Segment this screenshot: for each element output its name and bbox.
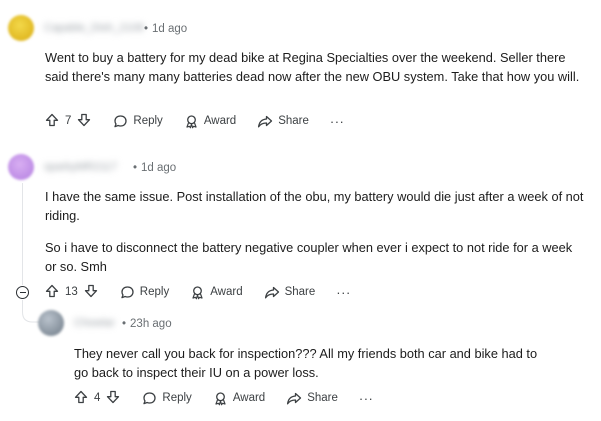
comment-paragraph: I have the same issue. Post installation… bbox=[45, 189, 584, 223]
share-icon bbox=[286, 391, 302, 406]
reply-icon bbox=[113, 114, 128, 129]
reply-label: Reply bbox=[133, 115, 163, 127]
award-icon bbox=[184, 114, 199, 129]
thread-line[interactable] bbox=[22, 183, 23, 285]
award-label: Award bbox=[210, 286, 243, 298]
more-options-button[interactable]: ··· bbox=[359, 391, 374, 406]
vote-group: 4 bbox=[74, 390, 120, 407]
comment-actions: 13 Reply Award Share ··· bbox=[45, 282, 351, 302]
comment-body: They never call you back for inspection?… bbox=[74, 344, 554, 382]
award-icon bbox=[213, 391, 228, 406]
share-label: Share bbox=[307, 392, 338, 404]
avatar[interactable] bbox=[8, 15, 34, 41]
comment-paragraph: So i have to disconnect the battery nega… bbox=[45, 240, 573, 274]
share-button[interactable]: Share bbox=[264, 285, 316, 300]
vote-count: 4 bbox=[94, 392, 101, 404]
avatar[interactable] bbox=[38, 310, 64, 336]
reply-label: Reply bbox=[162, 392, 192, 404]
comment-author[interactable]: Chowtar bbox=[74, 317, 115, 329]
award-label: Award bbox=[232, 392, 266, 404]
share-icon bbox=[264, 285, 280, 300]
vote-group: 13 bbox=[45, 284, 98, 301]
comment-body: Went to buy a battery for my dead bike a… bbox=[45, 48, 585, 86]
reply-button[interactable]: Reply bbox=[142, 391, 192, 406]
downvote-icon[interactable] bbox=[84, 284, 98, 301]
upvote-icon[interactable] bbox=[45, 284, 59, 301]
comment-paragraph: Went to buy a battery for my dead bike a… bbox=[45, 50, 580, 84]
comment-age: • 1d ago bbox=[133, 162, 177, 174]
reply-button[interactable]: Reply bbox=[113, 114, 163, 129]
share-label: Share bbox=[284, 286, 316, 298]
comment-actions: 7 Reply Award Share ··· bbox=[45, 111, 344, 131]
collapse-thread-button[interactable] bbox=[16, 286, 29, 299]
share-button[interactable]: Share bbox=[286, 391, 338, 406]
more-options-button[interactable]: ··· bbox=[330, 114, 345, 129]
comment-age: • 1d ago bbox=[144, 23, 188, 35]
comment-age: • 23h ago bbox=[122, 318, 172, 330]
reply-label: Reply bbox=[139, 286, 170, 298]
downvote-icon[interactable] bbox=[77, 113, 91, 130]
upvote-icon[interactable] bbox=[74, 390, 88, 407]
share-label: Share bbox=[278, 115, 309, 127]
upvote-icon[interactable] bbox=[45, 113, 59, 130]
award-button[interactable]: Award bbox=[190, 285, 243, 300]
vote-group: 7 bbox=[45, 113, 91, 130]
downvote-icon[interactable] bbox=[106, 390, 120, 407]
comment-body: I have the same issue. Post installation… bbox=[45, 187, 585, 276]
more-options-button[interactable]: ··· bbox=[336, 285, 351, 300]
award-button[interactable]: Award bbox=[213, 391, 265, 406]
reply-button[interactable]: Reply bbox=[120, 285, 169, 300]
comment-paragraph: They never call you back for inspection?… bbox=[74, 346, 538, 380]
reply-icon bbox=[120, 285, 135, 300]
comment-author[interactable]: Capable_Dish_2108 bbox=[44, 22, 144, 34]
award-button[interactable]: Award bbox=[184, 114, 236, 129]
comment-actions: 4 Reply Award Share ··· bbox=[74, 388, 373, 408]
reply-icon bbox=[142, 391, 157, 406]
vote-count: 7 bbox=[65, 115, 72, 127]
vote-count: 13 bbox=[65, 286, 78, 298]
avatar[interactable] bbox=[8, 154, 34, 180]
share-button[interactable]: Share bbox=[257, 114, 309, 129]
comment-author[interactable]: sparkyMR2117 bbox=[44, 161, 117, 173]
award-label: Award bbox=[203, 115, 237, 127]
award-icon bbox=[190, 285, 205, 300]
minus-icon bbox=[19, 291, 26, 294]
share-icon bbox=[257, 114, 273, 129]
